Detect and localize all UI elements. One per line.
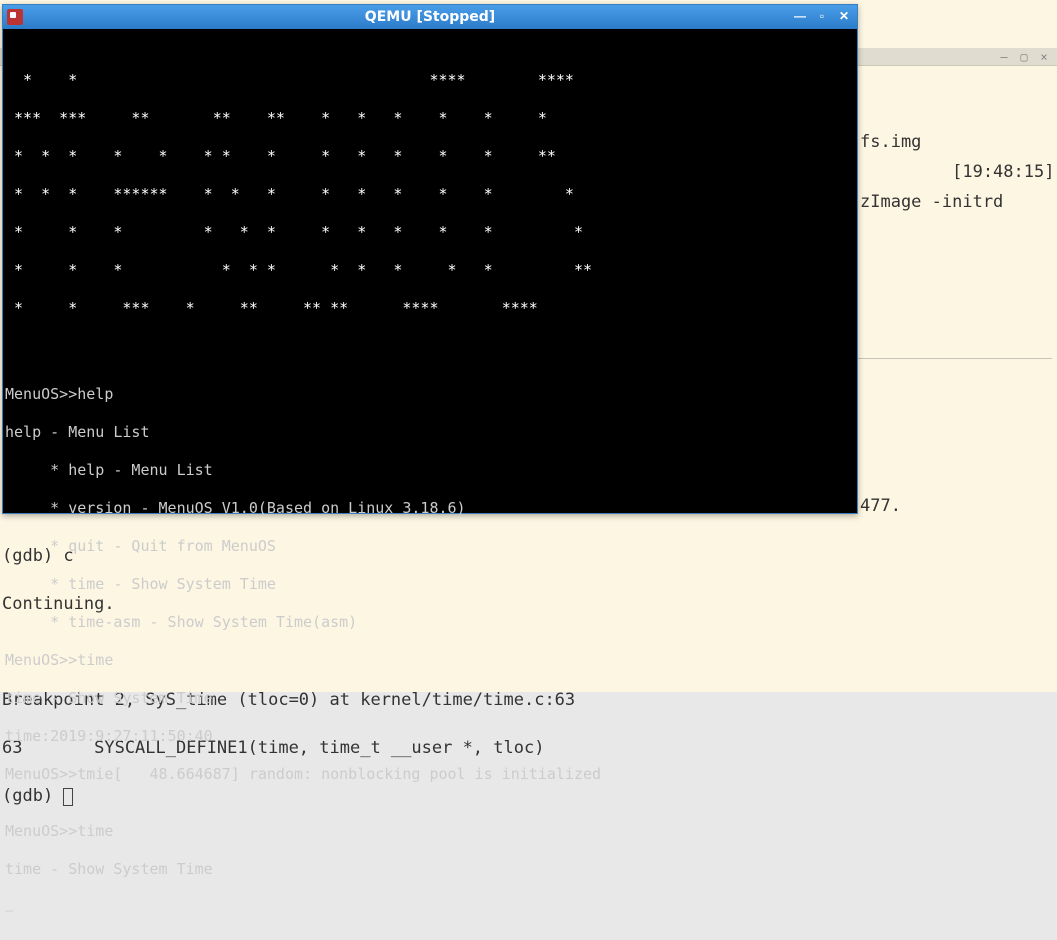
maximize-icon[interactable]: ▫ bbox=[813, 8, 831, 24]
qemu-titlebar[interactable]: QEMU [Stopped] — ▫ ✕ bbox=[3, 5, 857, 29]
qemu-cursor bbox=[5, 910, 13, 912]
ascii-row: * * * * * * * * * * * * bbox=[5, 223, 855, 242]
ascii-row: * * **** **** bbox=[5, 71, 855, 90]
console-line: MenuOS>>help bbox=[5, 385, 855, 404]
console-line: * quit - Quit from MenuOS bbox=[5, 537, 855, 556]
bg-peek-fragment-2: zImage -initrd bbox=[860, 190, 1003, 214]
console-line: MenuOS>>time bbox=[5, 651, 855, 670]
qemu-title: QEMU [Stopped] bbox=[365, 9, 495, 25]
qemu-window-controls: — ▫ ✕ bbox=[791, 8, 853, 24]
console-line: * version - MenuOS V1.0(Based on Linux 3… bbox=[5, 499, 855, 518]
bg-tail-477: 477. bbox=[860, 494, 901, 518]
qemu-terminal-content[interactable]: * * **** **** *** *** ** ** ** * * * * *… bbox=[3, 29, 857, 940]
console-line: * help - Menu List bbox=[5, 461, 855, 480]
console-line: MenuOS>>tmie[ 48.664687] random: nonbloc… bbox=[5, 765, 855, 784]
maximize-icon[interactable]: ▢ bbox=[1017, 50, 1031, 64]
console-line: MenuOS>>time bbox=[5, 822, 855, 841]
qemu-window: QEMU [Stopped] — ▫ ✕ * * **** **** *** *… bbox=[2, 4, 858, 514]
console-line: * time-asm - Show System Time(asm) bbox=[5, 613, 855, 632]
menuos-ascii-art: * * **** **** *** *** ** ** ** * * * * *… bbox=[5, 52, 855, 337]
close-icon[interactable]: ✕ bbox=[835, 8, 853, 24]
ascii-row: * * * ****** * * * * * * * * * bbox=[5, 185, 855, 204]
console-line: time - Show System Time bbox=[5, 860, 855, 879]
minimize-icon[interactable]: — bbox=[791, 8, 809, 24]
bg-peek-fragment-1: [19:48:15] bbox=[860, 160, 1054, 184]
gdb-window-controls: — ▢ × bbox=[997, 50, 1051, 64]
ascii-row: *** *** ** ** ** * * * * * * bbox=[5, 109, 855, 128]
close-icon[interactable]: × bbox=[1037, 50, 1051, 64]
ascii-row: * * * * * * * * * * * * * ** bbox=[5, 147, 855, 166]
minimize-icon[interactable]: — bbox=[997, 50, 1011, 64]
qemu-app-icon bbox=[7, 9, 23, 25]
bg-peek-fragment-0: fs.img bbox=[860, 130, 921, 154]
console-line: time:2019:9:27:11:50:40 bbox=[5, 727, 855, 746]
console-line: help - Menu List bbox=[5, 423, 855, 442]
ascii-row: * * *** * ** ** ** **** **** bbox=[5, 299, 855, 318]
ascii-row: * * * * * * * * * * * ** bbox=[5, 261, 855, 280]
console-line: * time - Show System Time bbox=[5, 575, 855, 594]
